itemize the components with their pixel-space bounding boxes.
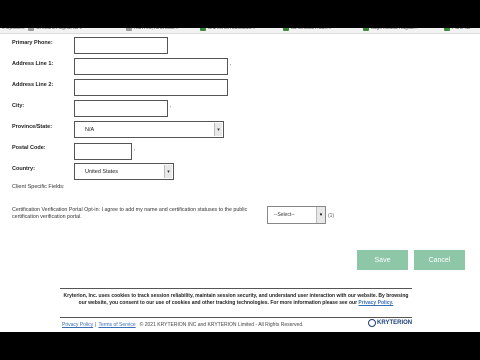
cookie-divider [60, 288, 412, 289]
video-letterbox-bottom [0, 332, 480, 360]
primary-phone-input[interactable] [74, 37, 168, 54]
chevron-down-icon: ▾ [316, 207, 325, 223]
country-select[interactable]: United States ▾ [74, 163, 174, 180]
certification-optin-label: Certification Verification Portal Opt-in… [12, 207, 248, 220]
required-marker: ' [134, 149, 135, 155]
address-line2-label: Address Line 2: [12, 82, 54, 88]
page-footer: Privacy Policy | Terms of Service © 2021… [62, 322, 412, 328]
address-line1-label: Address Line 1: [12, 61, 54, 67]
chevron-down-icon: ▾ [164, 165, 172, 178]
province-select[interactable]: N/A ▾ [74, 121, 224, 138]
cookie-text: Kryterion, Inc. uses cookies to track se… [63, 293, 409, 306]
footer-separator: | [95, 322, 97, 328]
privacy-policy-link[interactable]: Privacy Policy. [358, 300, 393, 306]
city-input[interactable] [74, 100, 168, 117]
logo-text: KRYTERION [377, 320, 413, 326]
video-letterbox-top [0, 0, 480, 28]
footer-terms-link[interactable]: Terms of Service [98, 322, 135, 328]
footer-copyright: © 2021 KRYTERION INC and KRYTERION Limit… [139, 322, 304, 328]
postal-code-input[interactable] [74, 143, 132, 160]
address-line1-input[interactable] [74, 58, 228, 75]
cookie-notice: Kryterion, Inc. uses cookies to track se… [60, 293, 412, 307]
required-marker: ' [230, 64, 231, 70]
province-value: N/A [85, 126, 95, 133]
primary-phone-label: Primary Phone: [12, 40, 53, 46]
chevron-down-icon: ▾ [214, 123, 222, 136]
province-label: Province/State: [12, 124, 53, 130]
postal-code-label: Postal Code: [12, 145, 46, 151]
kryterion-logo: KRYTERION [368, 319, 412, 327]
city-label: City: [12, 103, 25, 109]
cancel-button[interactable]: Cancel [414, 250, 465, 270]
address-line2-input[interactable] [74, 79, 228, 96]
logo-mark-icon [368, 319, 376, 327]
client-specific-fields-heading: Client Specific Fields: [12, 184, 65, 190]
certification-optin-value: --Select-- [274, 212, 295, 218]
country-value: United States [85, 168, 119, 175]
browser-frame: s Updates Ci search signal ac v rran reu… [0, 0, 480, 360]
footer-privacy-link[interactable]: Privacy Policy [62, 322, 93, 328]
country-label: Country: [12, 166, 35, 172]
cookie-divider [60, 317, 412, 318]
help-marker: (1) [328, 213, 335, 219]
save-button[interactable]: Save [357, 250, 408, 270]
required-marker: ' [170, 106, 171, 112]
